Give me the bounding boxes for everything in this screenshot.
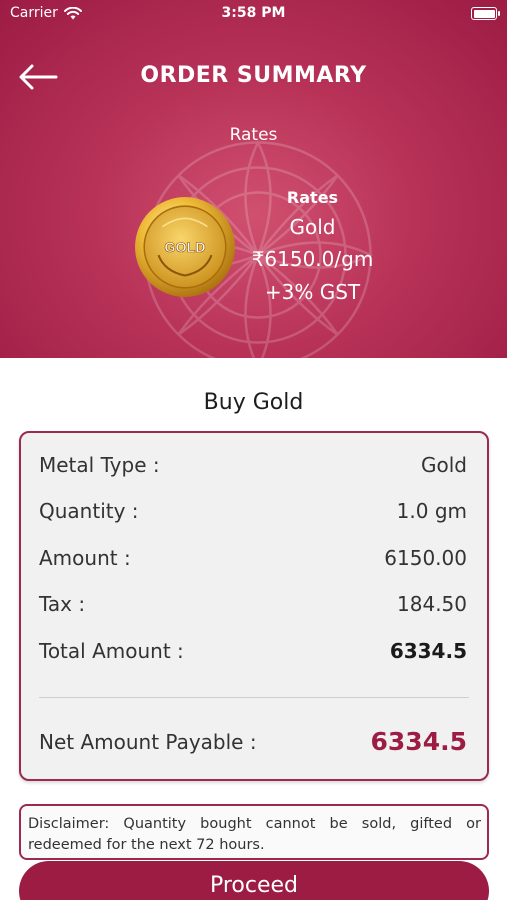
status-bar: Carrier 3:58 PM bbox=[0, 0, 507, 28]
rate-info: Rates Gold ₹6150.0/gm +3% GST bbox=[240, 188, 385, 309]
rate-gst: +3% GST bbox=[264, 280, 361, 304]
coin-label: GOLD bbox=[164, 240, 205, 256]
summary-row-total-amount: Total Amount : 6334.5 bbox=[39, 639, 467, 663]
page-title: ORDER SUMMARY bbox=[140, 63, 367, 88]
summary-row-metal-type: Metal Type : Gold bbox=[39, 453, 467, 477]
rate-price: ₹6150.0/gm bbox=[251, 247, 374, 271]
section-heading: Buy Gold bbox=[203, 390, 304, 415]
proceed-button[interactable]: Proceed bbox=[19, 861, 489, 900]
net-amount-row: Net Amount Payable : 6334.5 bbox=[39, 727, 467, 756]
gold-coin-icon: GOLD bbox=[135, 197, 235, 297]
summary-row-amount: Amount : 6150.00 bbox=[39, 546, 467, 570]
rates-hero: Carrier 3:58 PM ORDER SUMMARY Rates GOLD… bbox=[0, 0, 507, 358]
row-value: 1.0 gm bbox=[396, 499, 467, 523]
status-time: 3:58 PM bbox=[221, 5, 286, 21]
row-value: 6334.5 bbox=[389, 639, 467, 663]
row-label: Total Amount : bbox=[39, 639, 184, 663]
rate-label: Rates bbox=[286, 188, 339, 207]
row-label: Quantity : bbox=[39, 499, 139, 523]
row-label: Amount : bbox=[39, 546, 131, 570]
disclaimer-text: Disclaimer: Quantity bought cannot be so… bbox=[19, 804, 489, 860]
battery-icon bbox=[471, 7, 500, 20]
row-label: Metal Type : bbox=[39, 453, 160, 477]
rate-metal: Gold bbox=[289, 215, 336, 239]
order-summary-card: Metal Type : Gold Quantity : 1.0 gm Amou… bbox=[19, 431, 489, 781]
net-amount-label: Net Amount Payable : bbox=[39, 729, 257, 754]
row-value: 184.50 bbox=[397, 592, 467, 616]
summary-row-quantity: Quantity : 1.0 gm bbox=[39, 499, 467, 523]
row-value: 6150.00 bbox=[384, 546, 467, 570]
net-amount-value: 6334.5 bbox=[370, 727, 467, 756]
divider bbox=[39, 697, 469, 698]
summary-row-tax: Tax : 184.50 bbox=[39, 592, 467, 616]
row-label: Tax : bbox=[39, 592, 86, 616]
rates-subtitle: Rates bbox=[229, 125, 278, 145]
row-value: Gold bbox=[421, 453, 467, 477]
